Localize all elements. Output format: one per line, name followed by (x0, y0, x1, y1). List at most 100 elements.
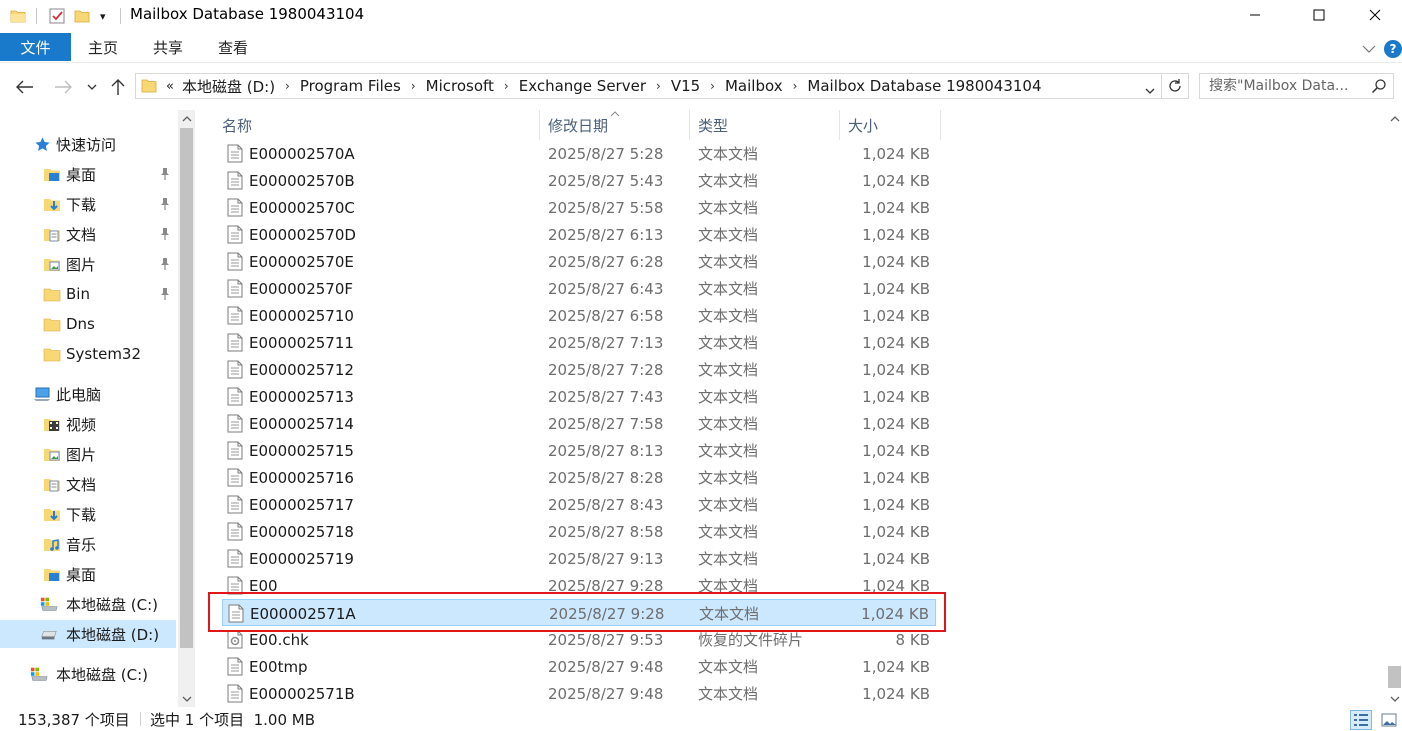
breadcrumb-mailbox-database[interactable]: Mailbox Database 1980043104 (803, 77, 1045, 95)
search-box[interactable] (1199, 73, 1394, 99)
customize-toolbar-dropdown[interactable]: ▾ (100, 6, 106, 26)
pin-icon[interactable] (158, 287, 172, 301)
column-header-date[interactable]: 修改日期 (548, 110, 608, 140)
table-row[interactable]: E000002571B 2025/8/27 9:48 文本文档 1,024 KB (222, 680, 936, 707)
nav-item-downloads[interactable]: 下载 (0, 190, 176, 218)
tab-home[interactable]: 主页 (88, 33, 118, 61)
nav-item-dns[interactable]: Dns (0, 310, 176, 338)
column-header-type[interactable]: 类型 (698, 110, 728, 140)
recent-locations-dropdown[interactable] (84, 76, 100, 98)
large-icons-view-button[interactable] (1378, 710, 1400, 730)
breadcrumb-mailbox[interactable]: Mailbox (721, 77, 787, 95)
scroll-up-arrow[interactable] (178, 110, 195, 127)
address-dropdown-icon[interactable] (1145, 81, 1155, 99)
table-row[interactable]: E0000025712 2025/8/27 7:28 文本文档 1,024 KB (222, 356, 936, 383)
table-row[interactable]: E000002570F 2025/8/27 6:43 文本文档 1,024 KB (222, 275, 936, 302)
tab-view[interactable]: 查看 (218, 33, 248, 61)
list-scroll-thumb[interactable] (1388, 666, 1401, 688)
nav-item-drive-c[interactable]: 本地磁盘 (C:) (0, 590, 176, 618)
nav-item-music[interactable]: 音乐 (0, 530, 176, 558)
text-document-icon (227, 252, 243, 271)
scroll-down-arrow[interactable] (178, 690, 195, 707)
nav-scroll-thumb[interactable] (180, 128, 193, 648)
pin-icon[interactable] (158, 227, 172, 241)
table-row[interactable]: E00tmp 2025/8/27 9:48 文本文档 1,024 KB (222, 653, 936, 680)
table-row[interactable]: E0000025710 2025/8/27 6:58 文本文档 1,024 KB (222, 302, 936, 329)
nav-item-documents[interactable]: 文档 (0, 220, 176, 248)
address-bar[interactable]: « 本地磁盘 (D:) › Program Files › Microsoft … (135, 73, 1162, 99)
nav-item-desktop[interactable]: 桌面 (0, 160, 176, 188)
expand-ribbon-icon[interactable] (1360, 40, 1378, 58)
nav-item-pictures[interactable]: 图片 (0, 250, 176, 278)
table-row[interactable]: E0000025711 2025/8/27 7:13 文本文档 1,024 KB (222, 329, 936, 356)
text-document-icon (227, 306, 243, 325)
tab-share[interactable]: 共享 (153, 33, 183, 61)
breadcrumb-separator[interactable]: › (279, 79, 296, 93)
help-icon[interactable]: ? (1384, 40, 1402, 58)
back-button[interactable] (14, 76, 36, 98)
nav-item-system32[interactable]: System32 (0, 340, 176, 368)
nav-item-documents-pc[interactable]: 文档 (0, 470, 176, 498)
breadcrumb-separator[interactable]: › (650, 79, 667, 93)
nav-scrollbar[interactable] (178, 110, 195, 707)
file-date: 2025/8/27 6:43 (548, 279, 664, 298)
table-row[interactable]: E0000025717 2025/8/27 8:43 文本文档 1,024 KB (222, 491, 936, 518)
pin-icon[interactable] (158, 257, 172, 271)
nav-item-downloads-pc[interactable]: 下载 (0, 500, 176, 528)
breadcrumb-separator[interactable]: › (787, 79, 804, 93)
column-header-name[interactable]: 名称 (222, 110, 252, 140)
pin-icon[interactable] (158, 167, 172, 181)
breadcrumb-separator[interactable]: › (405, 79, 422, 93)
table-row[interactable]: E0000025716 2025/8/27 8:28 文本文档 1,024 KB (222, 464, 936, 491)
list-scrollbar[interactable] (1386, 110, 1402, 707)
text-document-icon (227, 198, 243, 217)
table-row[interactable]: E000002570A 2025/8/27 5:28 文本文档 1,024 KB (222, 140, 936, 167)
breadcrumb-drive-d[interactable]: 本地磁盘 (D:) (178, 76, 279, 97)
table-row[interactable]: E000002570C 2025/8/27 5:58 文本文档 1,024 KB (222, 194, 936, 221)
search-input[interactable] (1200, 74, 1370, 98)
column-header-size[interactable]: 大小 (848, 110, 878, 140)
table-row[interactable]: E0000025719 2025/8/27 9:13 文本文档 1,024 KB (222, 545, 936, 572)
breadcrumb-overflow[interactable]: « (162, 79, 178, 94)
table-row[interactable]: E000002570D 2025/8/27 6:13 文本文档 1,024 KB (222, 221, 936, 248)
breadcrumb-v15[interactable]: V15 (667, 77, 704, 95)
nav-this-pc[interactable]: 此电脑 (0, 380, 176, 408)
refresh-button[interactable] (1162, 73, 1189, 99)
tab-file[interactable]: 文件 (0, 33, 71, 61)
nav-item-drive-d[interactable]: 本地磁盘 (D:) (0, 620, 176, 648)
table-row[interactable]: E00.chk 2025/8/27 9:53 恢复的文件碎片 8 KB (222, 626, 936, 653)
table-row-selected[interactable]: E000002571A 2025/8/27 9:28 文本文档 1,024 KB (222, 599, 936, 626)
table-row[interactable]: E000002570B 2025/8/27 5:43 文本文档 1,024 KB (222, 167, 936, 194)
table-row[interactable]: E000002570E 2025/8/27 6:28 文本文档 1,024 KB (222, 248, 936, 275)
properties-icon[interactable] (48, 6, 66, 26)
minimize-button[interactable] (1232, 0, 1278, 30)
close-button[interactable] (1352, 0, 1398, 30)
breadcrumb-microsoft[interactable]: Microsoft (422, 77, 498, 95)
nav-item-pictures-pc[interactable]: 图片 (0, 440, 176, 468)
table-row[interactable]: E0000025718 2025/8/27 8:58 文本文档 1,024 KB (222, 518, 936, 545)
table-row[interactable]: E00 2025/8/27 9:28 文本文档 1,024 KB (222, 572, 936, 599)
nav-item-bin[interactable]: Bin (0, 280, 176, 308)
breadcrumb-exchange-server[interactable]: Exchange Server (515, 77, 650, 95)
maximize-button[interactable] (1296, 0, 1342, 30)
nav-network-drive-c[interactable]: 本地磁盘 (C:) (0, 660, 176, 688)
pin-icon[interactable] (158, 197, 172, 211)
table-row[interactable]: E0000025715 2025/8/27 8:13 文本文档 1,024 KB (222, 437, 936, 464)
details-view-button[interactable] (1350, 710, 1372, 730)
up-button[interactable] (107, 76, 129, 98)
nav-quick-access[interactable]: 快速访问 (0, 130, 176, 158)
scroll-up-arrow[interactable] (1386, 110, 1402, 127)
file-date: 2025/8/27 7:58 (548, 414, 664, 433)
breadcrumb-separator[interactable]: › (704, 79, 721, 93)
table-row[interactable]: E0000025713 2025/8/27 7:43 文本文档 1,024 KB (222, 383, 936, 410)
nav-item-desktop-pc[interactable]: 桌面 (0, 560, 176, 588)
breadcrumb-program-files[interactable]: Program Files (296, 77, 405, 95)
scroll-down-arrow[interactable] (1386, 690, 1402, 707)
table-row[interactable]: E0000025714 2025/8/27 7:58 文本文档 1,024 KB (222, 410, 936, 437)
nav-item-videos[interactable]: 视频 (0, 410, 176, 438)
forward-button[interactable] (52, 76, 74, 98)
breadcrumb-separator[interactable]: › (498, 79, 515, 93)
new-folder-icon[interactable] (74, 6, 90, 26)
search-icon[interactable] (1371, 78, 1387, 94)
file-name: E0000025716 (249, 468, 354, 487)
